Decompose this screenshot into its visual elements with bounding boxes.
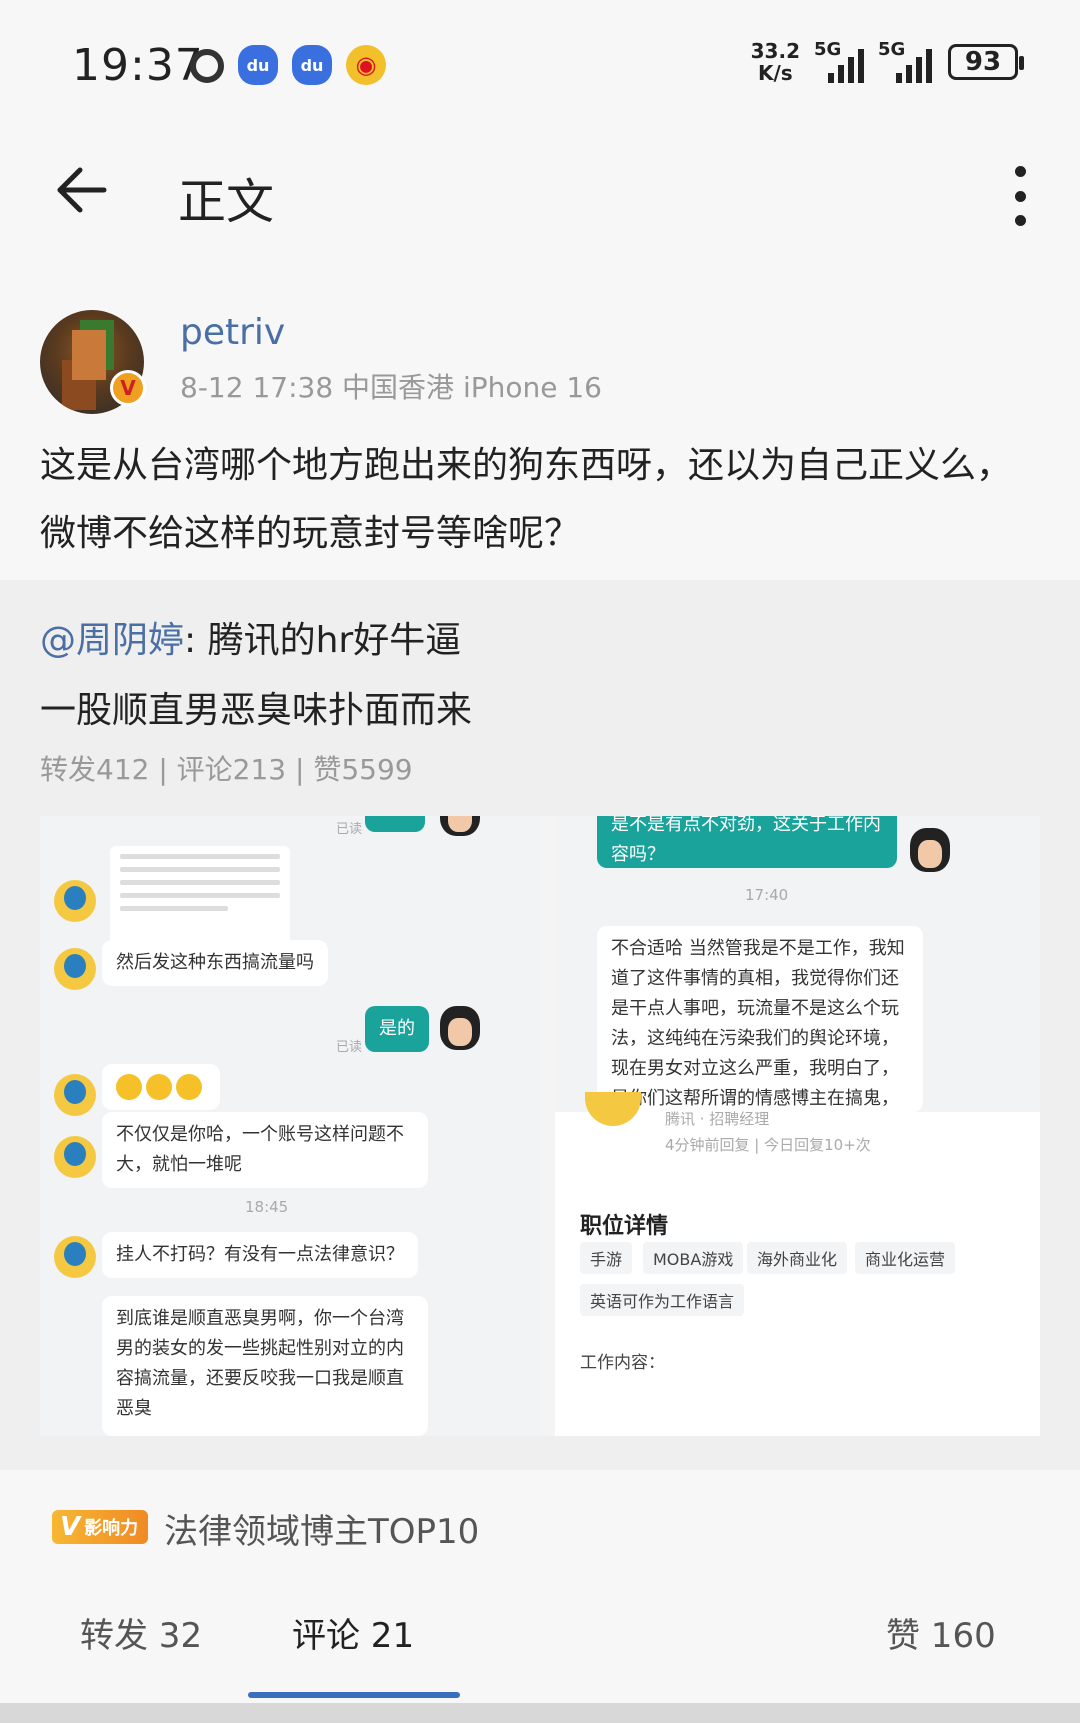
chat-avatar — [54, 880, 96, 922]
job-tag: 海外商业化 — [747, 1242, 848, 1274]
status-time: 19:37 — [72, 40, 204, 91]
job-desc-label: 工作内容： — [580, 1353, 665, 1373]
chat-bubble-partial — [365, 816, 425, 832]
emoji-bubble — [102, 1064, 220, 1110]
chat-screenshot-left: 已读 然后发这种东西搞流量吗 已读 是的 不仅仅是你哈，一个账号这样问题不大，就… — [40, 816, 540, 1436]
tab-like[interactable]: 赞 160 — [886, 1608, 996, 1657]
snail-app-icon — [190, 49, 224, 83]
notification-icons: du du ◉ — [190, 45, 386, 85]
net-speed-unit: K/s — [757, 61, 793, 85]
influence-badge-icon: V 影响力 — [52, 1510, 148, 1544]
system-status: 33.2 K/s 5G 5G 93 — [751, 39, 1024, 84]
job-tag: MOBA游戏 — [643, 1242, 744, 1274]
recruiter-avatar — [585, 1092, 641, 1126]
back-arrow-svg — [57, 167, 107, 213]
sim2-label: 5G — [878, 39, 906, 60]
weibo-app-icon: ◉ — [346, 45, 386, 85]
chat-avatar — [54, 948, 96, 990]
post-text: 这是从台湾哪个地方跑出来的狗东西呀，还以为自己正义么，微博不给这样的玩意封号等啥… — [40, 445, 1013, 554]
chat-avatar — [54, 1236, 96, 1278]
tab-indicator — [248, 1692, 460, 1698]
battery-icon: 93 — [948, 44, 1024, 80]
baidu-app-icon: du — [238, 45, 278, 85]
shared-post-card — [110, 846, 290, 946]
recruiter-name: 腾讯 · 招聘经理 — [665, 1110, 770, 1128]
read-receipt: 已读 — [336, 1040, 363, 1055]
chat-time: 17:40 — [745, 886, 789, 904]
tab-comment[interactable]: 评论 21 — [292, 1608, 414, 1657]
baidu-app-icon-2: du — [292, 45, 332, 85]
chat-bubble: 不仅仅是你哈，一个账号这样问题不大，就怕一堆呢 — [102, 1112, 428, 1188]
chat-time: 18:45 — [245, 1198, 289, 1216]
embedded-screenshot[interactable]: 已读 然后发这种东西搞流量吗 已读 是的 不仅仅是你哈，一个账号这样问题不大，就… — [40, 816, 1040, 1436]
username[interactable]: petriv — [180, 312, 285, 353]
verified-badge-icon: V — [110, 370, 146, 406]
job-tag: 英语可作为工作语言 — [580, 1284, 745, 1316]
net-speed: 33.2 K/s — [751, 40, 800, 84]
net-speed-value: 33.2 — [750, 39, 800, 63]
repost-stats: 转发412 | 评论213 | 赞5599 — [40, 753, 413, 786]
back-arrow-icon[interactable] — [52, 160, 122, 230]
chat-bubble: 不合适哈 当然管我是不是工作，我知道了这件事情的真相，我觉得你们还是干点人事吧，… — [597, 926, 923, 1112]
badge-letter: V — [60, 1512, 81, 1542]
badge-text: 影响力 — [84, 1518, 139, 1539]
influence-row[interactable]: V 影响力 法律领域博主TOP10 — [0, 1470, 1080, 1580]
job-posting-card: 腾讯 · 招聘经理 4分钟前回复 | 今日回复10+次 职位详情 手游 MOBA… — [555, 1092, 1040, 1436]
tab-repost[interactable]: 转发 32 — [80, 1608, 202, 1657]
job-details-title: 职位详情 — [580, 1214, 669, 1239]
status-bar: 19:37 du du ◉ 33.2 K/s 5G 5G 93 — [0, 0, 1080, 130]
signal-icon-2: 5G — [878, 39, 934, 83]
reply-info: 4分钟前回复 | 今日回复10+次 — [665, 1136, 871, 1154]
bottom-tabs: 转发 32 评论 21 赞 160 — [0, 1580, 1080, 1723]
chat-avatar-man — [440, 1006, 480, 1050]
job-tag: 商业化运营 — [855, 1242, 956, 1274]
chat-avatar-man — [910, 828, 950, 872]
chat-avatar-man — [440, 816, 480, 836]
chat-avatar — [54, 1136, 96, 1178]
sim1-label: 5G — [814, 39, 842, 60]
repost-line-1: : 腾讯的hr好牛逼 — [184, 620, 462, 661]
bottom-strip — [0, 1703, 1080, 1723]
chat-bubble: 然后发这种东西搞流量吗 — [102, 940, 328, 986]
chat-bubble-sent: 是不是有点不对劲，这关于工作内容吗？ — [597, 816, 897, 868]
job-tag: 手游 — [580, 1242, 633, 1274]
chat-screenshot-right: 是不是有点不对劲，这关于工作内容吗？ 17:40 不合适哈 当然管我是不是工作，… — [555, 816, 1040, 1436]
post-meta: 8-12 17:38 中国香港 iPhone 16 — [180, 371, 602, 404]
repost-line-2: 一股顺直男恶臭味扑面而来 — [40, 690, 473, 731]
nav-bar: 正文 — [0, 130, 1080, 260]
signal-icon: 5G — [814, 39, 864, 83]
mention-link[interactable]: @周阴婷 — [40, 620, 184, 661]
more-options-icon[interactable] — [1010, 166, 1030, 226]
reposted-content[interactable]: @周阴婷: 腾讯的hr好牛逼 一股顺直男恶臭味扑面而来 转发412 | 评论21… — [0, 580, 1080, 1470]
chat-bubble-sent: 是的 — [365, 1006, 429, 1052]
influence-text: 法律领域博主TOP10 — [164, 1512, 480, 1552]
chat-avatar — [54, 1074, 96, 1116]
page-title: 正文 — [178, 174, 275, 230]
read-receipt: 已读 — [336, 822, 363, 837]
repost-text: @周阴婷: 腾讯的hr好牛逼 一股顺直男恶臭味扑面而来 — [40, 606, 1040, 746]
chat-bubble: 挂人不打码？有没有一点法律意识？ — [102, 1232, 418, 1278]
chat-bubble: 到底谁是顺直恶臭男啊，你一个台湾男的装女的发一些挑起性别对立的内容搞流量，还要反… — [102, 1296, 428, 1436]
